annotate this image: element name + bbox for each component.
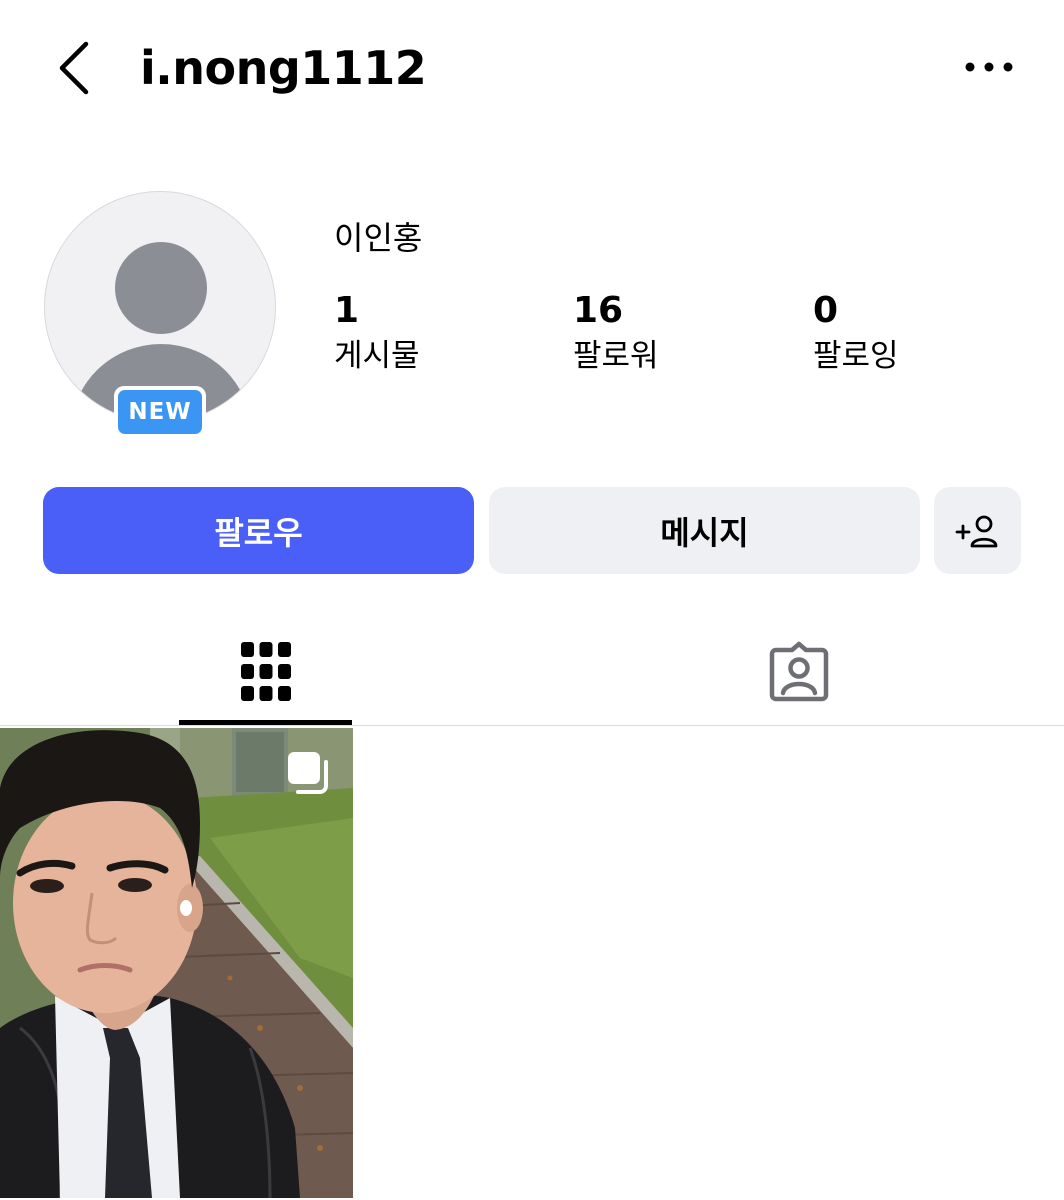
display-name: 이인홍 [334, 219, 423, 257]
tab-tagged[interactable] [712, 620, 885, 724]
follow-button[interactable]: 팔로우 [43, 487, 474, 574]
tagged-person-icon [769, 641, 828, 702]
following-label: 팔로잉 [813, 338, 899, 374]
new-badge-label: NEW [118, 390, 202, 434]
add-person-icon [955, 515, 997, 547]
suggest-people-button[interactable] [934, 487, 1021, 574]
profile-username: i.nong1112 [140, 41, 427, 95]
profile-page: i.nong1112 NEW 이인홍 1 게시물 16 팔로워 0 팔로잉 팔로… [0, 0, 1064, 1200]
followers-label: 팔로워 [573, 338, 659, 374]
multiple-photos-icon [288, 752, 328, 794]
followers-count: 16 [573, 290, 624, 331]
post-thumbnail[interactable] [0, 728, 353, 1198]
tab-posts-grid[interactable] [179, 620, 352, 724]
grid-icon [240, 642, 291, 701]
stat-posts: 1 게시물 [334, 288, 420, 378]
more-horizontal-icon [965, 62, 1013, 72]
posts-label: 게시물 [334, 338, 420, 374]
following-count: 0 [813, 290, 839, 331]
stat-following[interactable]: 0 팔로잉 [813, 288, 899, 378]
message-button[interactable]: 메시지 [489, 487, 920, 574]
posts-count: 1 [334, 290, 360, 331]
stat-followers[interactable]: 16 팔로워 [573, 288, 659, 378]
back-button[interactable] [50, 36, 102, 100]
post-photo [0, 728, 353, 1198]
tabs-divider [0, 725, 1064, 726]
new-badge: NEW [114, 386, 206, 438]
chevron-left-icon [59, 41, 89, 95]
more-options-button[interactable] [960, 50, 1018, 84]
